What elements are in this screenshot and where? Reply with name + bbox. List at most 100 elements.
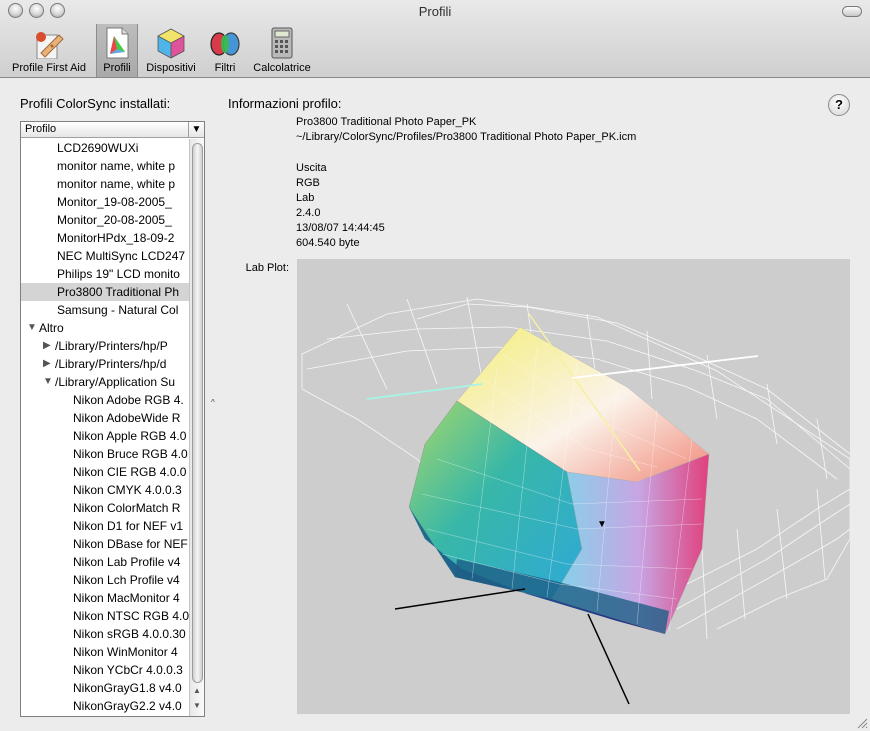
list-item[interactable]: Nikon YCbCr 4.0.0.3 xyxy=(21,661,189,679)
list-item[interactable]: Samsung - Natural Col xyxy=(21,301,189,319)
list-item[interactable]: LCD2690WUXi xyxy=(21,139,189,157)
list-item-label: Nikon Adobe RGB 4. xyxy=(73,393,184,407)
list-scrollbar[interactable]: ▲ ▼ xyxy=(189,139,204,716)
list-item-label: monitor name, white p xyxy=(57,159,176,173)
sort-arrow-icon[interactable]: ▼ xyxy=(188,122,204,137)
disclosure-open-icon[interactable]: ▼ xyxy=(27,319,37,337)
info-value: 13/08/07 14:44:45 xyxy=(296,222,385,234)
lab-gamut-plot xyxy=(301,296,850,705)
list-item-label: NikonGrayG2.2 v4.0 xyxy=(73,699,182,713)
list-item[interactable]: Nikon Bruce RGB 4.0 xyxy=(21,445,189,463)
list-item-label: /Library/Application Su xyxy=(55,375,176,389)
list-item[interactable]: Nikon CIE RGB 4.0.0 xyxy=(21,463,189,481)
list-item[interactable]: Nikon D1 for NEF v1 xyxy=(21,517,189,535)
list-item[interactable]: monitor name, white p xyxy=(21,175,189,193)
info-value: 604.540 byte xyxy=(296,237,360,249)
list-item[interactable]: Nikon Lab Profile v4 xyxy=(21,553,189,571)
list-item-label: Nikon NTSC RGB 4.0 xyxy=(73,609,189,623)
list-item-label: Nikon CMYK 4.0.0.3 xyxy=(73,483,182,497)
list-item-label: /Library/Printers/hp/P xyxy=(55,339,168,353)
list-column-header[interactable]: Profilo ▼ xyxy=(21,122,204,138)
list-item-label: NikonGrayG1.8 v4.0 xyxy=(73,681,182,695)
toolbar-item-profile-first-aid[interactable]: Profile First Aid xyxy=(4,24,94,77)
profile-rows: LCD2690WUXi monitor name, white p monitor … xyxy=(21,139,189,715)
profile-list[interactable]: Profilo ▼ LCD2690WUXi monitor name, white… xyxy=(20,121,205,717)
color-cube-icon xyxy=(157,28,185,59)
list-item[interactable]: monitor name, white p xyxy=(21,157,189,175)
list-item-label: Samsung - Natural Col xyxy=(57,303,179,317)
list-item[interactable]: ▼ Altro xyxy=(21,319,189,337)
list-item[interactable]: ▶ /Library/Printers/hp/d xyxy=(21,355,189,373)
list-item-label: monitor name, white p xyxy=(57,177,176,191)
list-item-label: /Library/Printers/hp/d xyxy=(55,357,167,371)
list-item-label: Nikon WinMonitor 4 xyxy=(73,645,178,659)
calculator-icon xyxy=(271,27,293,59)
list-item-label: Nikon D1 for NEF v1 xyxy=(73,519,184,533)
toolbar-item-dispositivi[interactable]: Dispositivi xyxy=(140,24,202,77)
scrollbar-thumb[interactable] xyxy=(192,143,203,683)
toolbar-item-profili[interactable]: Profili xyxy=(96,24,138,77)
list-item[interactable]: ▼/Library/Application Su xyxy=(21,373,189,391)
list-item[interactable]: NEC MultiSync LCD247 xyxy=(21,247,189,265)
title-bar[interactable]: Profili xyxy=(0,0,870,22)
list-item-label: Altro xyxy=(39,321,64,335)
list-item-label: NEC MultiSync LCD247 xyxy=(57,249,186,263)
list-item-label: Monitor_20-08-2005_ xyxy=(57,213,172,227)
list-item[interactable]: Nikon DBase for NEF xyxy=(21,535,189,553)
disclosure-open-icon[interactable]: ▼ xyxy=(43,373,53,391)
list-item-label: Nikon Apple RGB 4.0 xyxy=(73,429,187,443)
list-item[interactable]: Philips 19" LCD monito xyxy=(21,265,189,283)
splitter-handle-icon[interactable]: ^ xyxy=(211,398,215,407)
gamut-solid xyxy=(408,326,710,635)
window-chrome: Profili Profile First Aid Profili Dispos… xyxy=(0,0,870,78)
scroll-up-arrow-icon[interactable]: ▲ xyxy=(193,686,201,695)
list-item-label: Nikon ColorMatch R xyxy=(73,501,181,515)
toolbar-label: Dispositivi xyxy=(146,62,196,74)
list-item[interactable]: Monitor_20-08-2005_ xyxy=(21,211,189,229)
list-item[interactable]: Nikon Adobe RGB 4. xyxy=(21,391,189,409)
window-title: Profili xyxy=(418,4,452,19)
list-item-label: Nikon Lab Profile v4 xyxy=(73,555,181,569)
list-item[interactable]: Monitor_19-08-2005_ xyxy=(21,193,189,211)
list-item-label: Nikon DBase for NEF xyxy=(73,537,188,551)
list-item-label: Philips 19" LCD monito xyxy=(57,267,180,281)
toolbar-label: Profili xyxy=(103,62,131,74)
lab-plot-view[interactable]: ▼ xyxy=(297,259,850,714)
info-value: 2.4.0 xyxy=(296,207,321,219)
help-button[interactable]: ? xyxy=(828,94,850,116)
disclosure-closed-icon[interactable]: ▶ xyxy=(43,337,51,355)
info-value: Lab xyxy=(296,192,315,204)
resize-grip-icon[interactable] xyxy=(856,717,868,729)
scroll-down-arrow-icon[interactable]: ▼ xyxy=(193,701,201,710)
list-item[interactable]: Nikon MacMonitor 4 xyxy=(21,589,189,607)
installed-profiles-heading: Profili ColorSync installati: xyxy=(20,96,171,111)
list-item-label: LCD2690WUXi xyxy=(57,141,139,155)
lab-plot-label: Lab Plot: xyxy=(245,262,289,274)
toolbar-label: Calcolatrice xyxy=(253,62,311,74)
list-item-label: Nikon sRGB 4.0.0.30 xyxy=(73,627,186,641)
list-item[interactable]: Nikon AdobeWide R xyxy=(21,409,189,427)
list-item[interactable]: Nikon Lch Profile v4 xyxy=(21,571,189,589)
list-item[interactable]: NikonGrayG2.2 v4.0 xyxy=(21,697,189,715)
list-item[interactable]: MonitorHPdx_18-09-2 xyxy=(21,229,189,247)
list-item[interactable]: Nikon CMYK 4.0.0.3 xyxy=(21,481,189,499)
list-item[interactable]: Nikon WinMonitor 4 xyxy=(21,643,189,661)
toolbar-label: Filtri xyxy=(214,62,236,74)
info-value: Uscita xyxy=(296,162,327,174)
list-item[interactable]: Pro3800 Traditional Ph xyxy=(21,283,189,301)
toolbar-item-filtri[interactable]: Filtri xyxy=(204,24,246,77)
filters-icon xyxy=(210,32,240,56)
disclosure-closed-icon[interactable]: ▶ xyxy=(43,355,51,373)
list-item-label: Nikon CIE RGB 4.0.0 xyxy=(73,465,187,479)
list-item[interactable]: Nikon sRGB 4.0.0.30 xyxy=(21,625,189,643)
toolbar-item-calcolatrice[interactable]: Calcolatrice xyxy=(248,24,316,77)
list-item[interactable]: ▶ /Library/Printers/hp/P xyxy=(21,337,189,355)
lab-plot-menu-arrow-icon[interactable]: ▼ xyxy=(597,519,607,530)
toolbar-toggle-button[interactable] xyxy=(842,6,862,17)
list-item[interactable]: Nikon ColorMatch R xyxy=(21,499,189,517)
list-item[interactable]: NikonGrayG1.8 v4.0 xyxy=(21,679,189,697)
toolbar-label: Profile First Aid xyxy=(12,62,86,74)
list-item[interactable]: Nikon Apple RGB 4.0 xyxy=(21,427,189,445)
list-item[interactable]: Nikon NTSC RGB 4.0 xyxy=(21,607,189,625)
list-item-label: MonitorHPdx_18-09-2 xyxy=(57,231,175,245)
